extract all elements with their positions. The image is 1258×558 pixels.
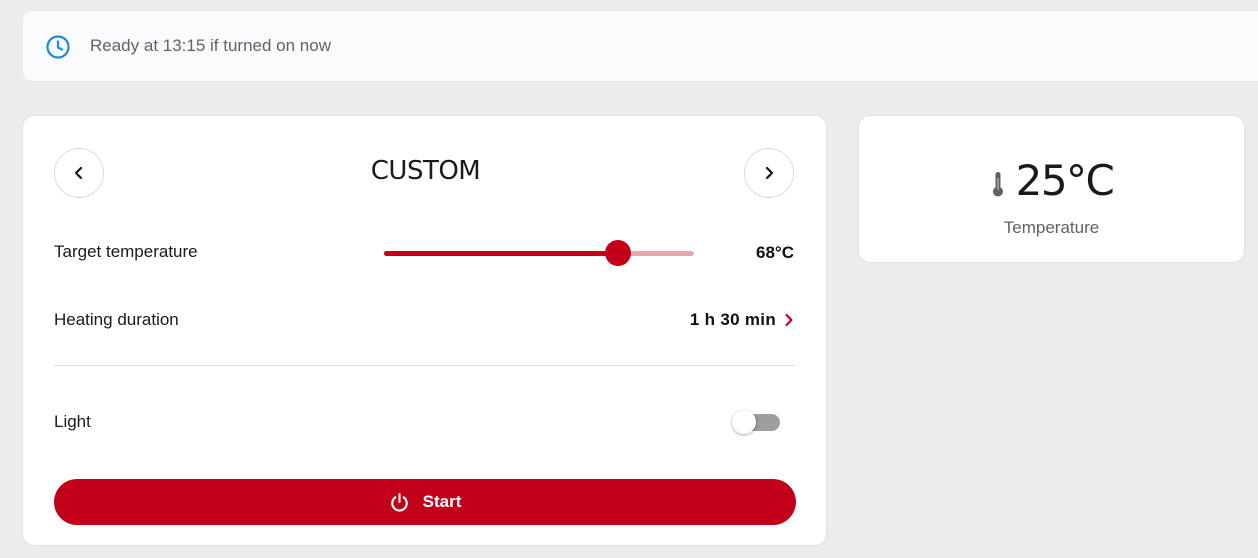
target-temperature-value: 68°C bbox=[756, 243, 794, 262]
power-icon bbox=[390, 492, 408, 511]
current-temperature-row: 25°C bbox=[859, 156, 1244, 205]
chevron-right-icon bbox=[765, 166, 774, 180]
start-button-label: Start bbox=[422, 492, 462, 511]
ready-time-text: Ready at 13:15 if turned on now bbox=[90, 36, 331, 55]
heating-duration-selector[interactable]: 1 h 30 min bbox=[690, 307, 794, 333]
target-temperature-label: Target temperature bbox=[54, 242, 198, 261]
heating-duration-label: Heating duration bbox=[54, 310, 179, 329]
start-button[interactable]: Start bbox=[54, 479, 796, 525]
current-temperature-value: 25°C bbox=[1015, 156, 1115, 205]
next-program-button[interactable] bbox=[744, 148, 794, 198]
section-divider bbox=[54, 365, 795, 366]
current-temperature-card: 25°C Temperature bbox=[858, 115, 1245, 263]
toggle-knob bbox=[732, 410, 756, 434]
light-label: Light bbox=[54, 412, 91, 431]
thermometer-icon bbox=[992, 171, 1003, 196]
light-toggle[interactable] bbox=[732, 410, 782, 436]
temperature-caption: Temperature bbox=[1003, 218, 1100, 237]
slider-thumb[interactable] bbox=[605, 240, 632, 266]
slider-fill bbox=[384, 251, 619, 256]
ready-banner: Ready at 13:15 if turned on now bbox=[22, 10, 1258, 82]
clock-icon bbox=[46, 35, 70, 59]
target-temperature-slider[interactable] bbox=[384, 240, 694, 266]
chevron-right-icon bbox=[785, 313, 793, 327]
heating-duration-value: 1 h 30 min bbox=[689, 310, 776, 329]
program-title: CUSTOM bbox=[370, 156, 481, 186]
program-card: CUSTOM Target temperature 68°C Heating d… bbox=[22, 115, 827, 546]
